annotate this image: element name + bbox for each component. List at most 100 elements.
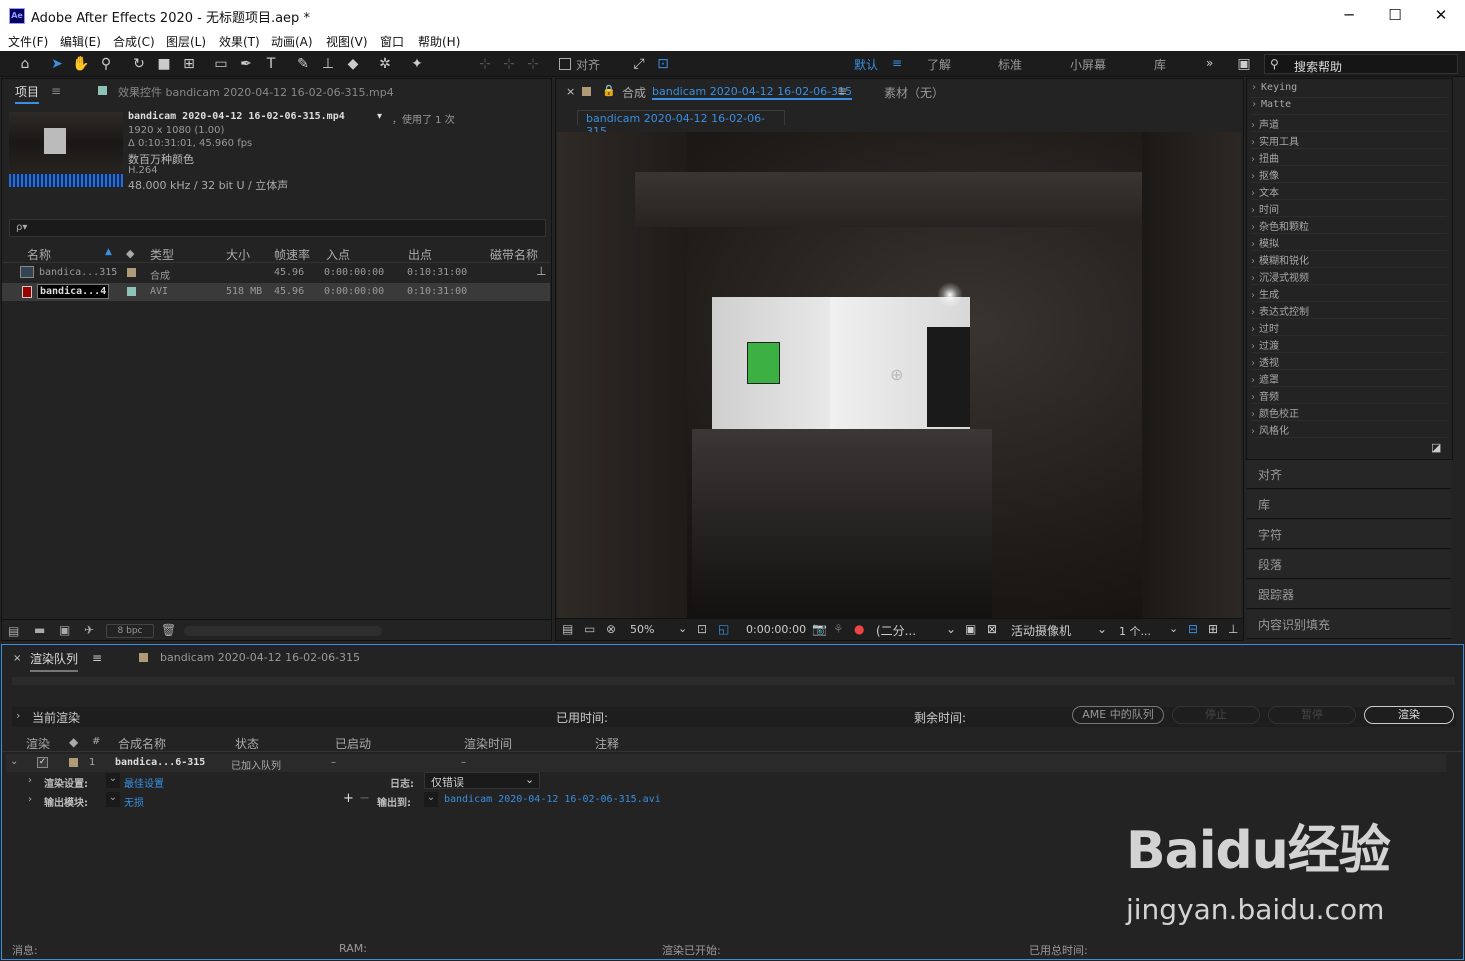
close-tab-icon[interactable]: ×	[13, 653, 21, 664]
render-checkbox[interactable]: ✓	[37, 757, 48, 768]
effects-category[interactable]: Matte	[1251, 99, 1447, 115]
col-render[interactable]: 渲染	[26, 735, 50, 752]
effects-category[interactable]: 文本	[1251, 184, 1447, 200]
chevron-down-icon[interactable]: ⌄	[10, 756, 18, 767]
project-scrollbar[interactable]	[184, 626, 382, 636]
col-render-time[interactable]: 渲染时间	[464, 735, 512, 752]
workspace-libraries[interactable]: 库	[1154, 56, 1166, 73]
sync-settings-icon[interactable]: ▣	[1234, 55, 1254, 73]
menu-view[interactable]: 视图(V)	[326, 33, 368, 50]
effects-category[interactable]: 声道	[1251, 116, 1447, 132]
panel-paragraph[interactable]: 段落	[1247, 550, 1451, 579]
new-folder-icon[interactable]: ▬	[34, 623, 45, 637]
effects-category[interactable]: 风格化	[1251, 422, 1447, 438]
dependencies-icon[interactable]: ✈	[84, 623, 94, 637]
output-to-value[interactable]: bandicam 2020-04-12 16-02-06-315.avi	[444, 794, 661, 805]
zoom-select[interactable]: 50% ⌄	[626, 622, 688, 638]
sort-ascending-icon[interactable]: ▲	[105, 247, 112, 257]
snap-target-icon[interactable]: ⊡	[654, 55, 672, 73]
region-of-interest-icon[interactable]: ⊡	[697, 622, 707, 636]
monitor-icon[interactable]: ▭	[584, 622, 595, 636]
panel-tracker[interactable]: 跟踪器	[1247, 580, 1451, 609]
close-tab-icon[interactable]: ×	[566, 85, 575, 98]
menu-effect[interactable]: 效果(T)	[219, 33, 260, 50]
label-tag-icon[interactable]: ◆	[69, 735, 78, 749]
project-row[interactable]: bandica...315 合成 45.96 0:00:00:00 0:10:3…	[2, 264, 550, 282]
panel-libraries[interactable]: 库	[1247, 490, 1451, 519]
col-size[interactable]: 大小	[226, 246, 250, 263]
roto-brush-tool-icon[interactable]: ✲	[376, 55, 394, 73]
tab-composition[interactable]: bandicam 2020-04-12 16-02-06-315	[652, 85, 853, 100]
col-comp-name[interactable]: 合成名称	[118, 735, 166, 752]
panel-menu-icon[interactable]: ≡	[837, 84, 847, 98]
workspace-learn[interactable]: 了解	[927, 56, 951, 73]
menu-edit[interactable]: 编辑(E)	[60, 33, 101, 50]
show-snapshot-icon[interactable]: ⚘	[833, 622, 844, 636]
effects-category[interactable]: 实用工具	[1251, 133, 1447, 149]
comp-viewer[interactable]: ⊕	[557, 132, 1241, 618]
always-preview-icon[interactable]: ▤	[562, 622, 573, 636]
panel-menu-icon[interactable]: ≡	[92, 651, 102, 665]
comp-subtab[interactable]: bandicam 2020-04-12 16-02-06-315	[577, 110, 785, 138]
type-tool-icon[interactable]: T	[262, 55, 280, 73]
chevron-right-icon[interactable]: ›	[16, 709, 20, 722]
chevron-down-icon[interactable]: ⌄	[106, 773, 120, 788]
new-composition-icon[interactable]: ▣	[59, 623, 70, 637]
brush-tool-icon[interactable]: ✎	[294, 55, 312, 73]
grid-toggle-icon[interactable]: ⊠	[987, 622, 997, 636]
effects-category[interactable]: 沉浸式视频	[1251, 269, 1447, 285]
queue-in-ame-button[interactable]: AME 中的队列	[1072, 706, 1164, 724]
menu-help[interactable]: 帮助(H)	[418, 33, 460, 50]
new-preset-icon[interactable]: ◪	[1431, 441, 1441, 454]
menu-animation[interactable]: 动画(A)	[271, 33, 313, 50]
tab-render-queue[interactable]: 渲染队列	[30, 650, 79, 672]
col-framerate[interactable]: 帧速率	[274, 246, 310, 263]
workspace-standard[interactable]: 标准	[998, 56, 1022, 73]
render-item-row[interactable]: ⌄ ✓ 1 bandica...6-315 已加入队列 – –	[6, 754, 1446, 772]
output-module-value[interactable]: 无损	[124, 794, 144, 809]
log-select[interactable]: 仅错误 ⌄	[424, 772, 540, 789]
workspace-menu-icon[interactable]: ≡	[892, 56, 902, 70]
remove-output-module-icon[interactable]: −	[359, 791, 370, 806]
pan-behind-tool-icon[interactable]: ⊞	[180, 55, 198, 73]
flowchart-icon[interactable]: ⊥	[1228, 622, 1238, 636]
menu-window[interactable]: 窗口	[380, 33, 404, 50]
camera-select[interactable]: 活动摄像机 ⌄	[1011, 622, 1109, 639]
effects-category[interactable]: 遮罩	[1251, 371, 1447, 387]
dropdown-arrow-icon[interactable]: ▾	[377, 111, 382, 122]
effects-category[interactable]: 过时	[1251, 320, 1447, 336]
effects-category[interactable]: 扭曲	[1251, 150, 1447, 166]
help-search[interactable]: ⚲ 搜索帮助	[1264, 54, 1458, 74]
effects-category[interactable]: 过渡	[1251, 337, 1447, 353]
chevron-down-icon[interactable]: ⌄	[424, 792, 438, 807]
effects-category[interactable]: 表达式控制	[1251, 303, 1447, 319]
col-number[interactable]: #	[92, 736, 100, 747]
snap-options-icon[interactable]: ⤢	[630, 55, 648, 73]
flowchart-icon[interactable]: ⊥	[536, 264, 546, 278]
col-type[interactable]: 类型	[150, 246, 174, 263]
col-started[interactable]: 已启动	[335, 735, 371, 752]
pause-button[interactable]: 暂停	[1268, 706, 1356, 724]
tab-project[interactable]: 项目	[15, 83, 40, 104]
menu-layer[interactable]: 图层(L)	[166, 33, 206, 50]
camera-tool-icon[interactable]: ■	[155, 55, 173, 73]
menu-composition[interactable]: 合成(C)	[113, 33, 155, 50]
panel-content-aware-fill[interactable]: 内容识别填充	[1247, 610, 1451, 639]
rectangle-tool-icon[interactable]: ▭	[212, 55, 230, 73]
mask-visibility-icon[interactable]: ⊗	[606, 622, 616, 636]
snapshot-icon[interactable]: 📷	[812, 622, 827, 636]
clone-stamp-tool-icon[interactable]: ⊥	[319, 55, 337, 73]
effects-category[interactable]: 模拟	[1251, 235, 1447, 251]
workspace-overflow[interactable]: »	[1206, 56, 1213, 70]
effects-category[interactable]: Keying	[1251, 82, 1447, 98]
lock-icon[interactable]: 🔒	[602, 84, 616, 97]
reset-exposure-icon[interactable]: ⊟	[1188, 622, 1198, 636]
chevron-right-icon[interactable]: ›	[28, 794, 32, 805]
effects-category[interactable]: 模糊和锐化	[1251, 252, 1447, 268]
pen-tool-icon[interactable]: ✒	[237, 55, 255, 73]
views-select[interactable]: 1 个... ⌄	[1119, 622, 1181, 639]
workspace-default[interactable]: 默认	[854, 56, 878, 73]
project-row[interactable]: bandica...4 AVI 518 MB 45.96 0:00:00:00 …	[2, 283, 550, 301]
effects-category[interactable]: 杂色和颗粒	[1251, 218, 1447, 234]
col-in[interactable]: 入点	[326, 246, 350, 263]
